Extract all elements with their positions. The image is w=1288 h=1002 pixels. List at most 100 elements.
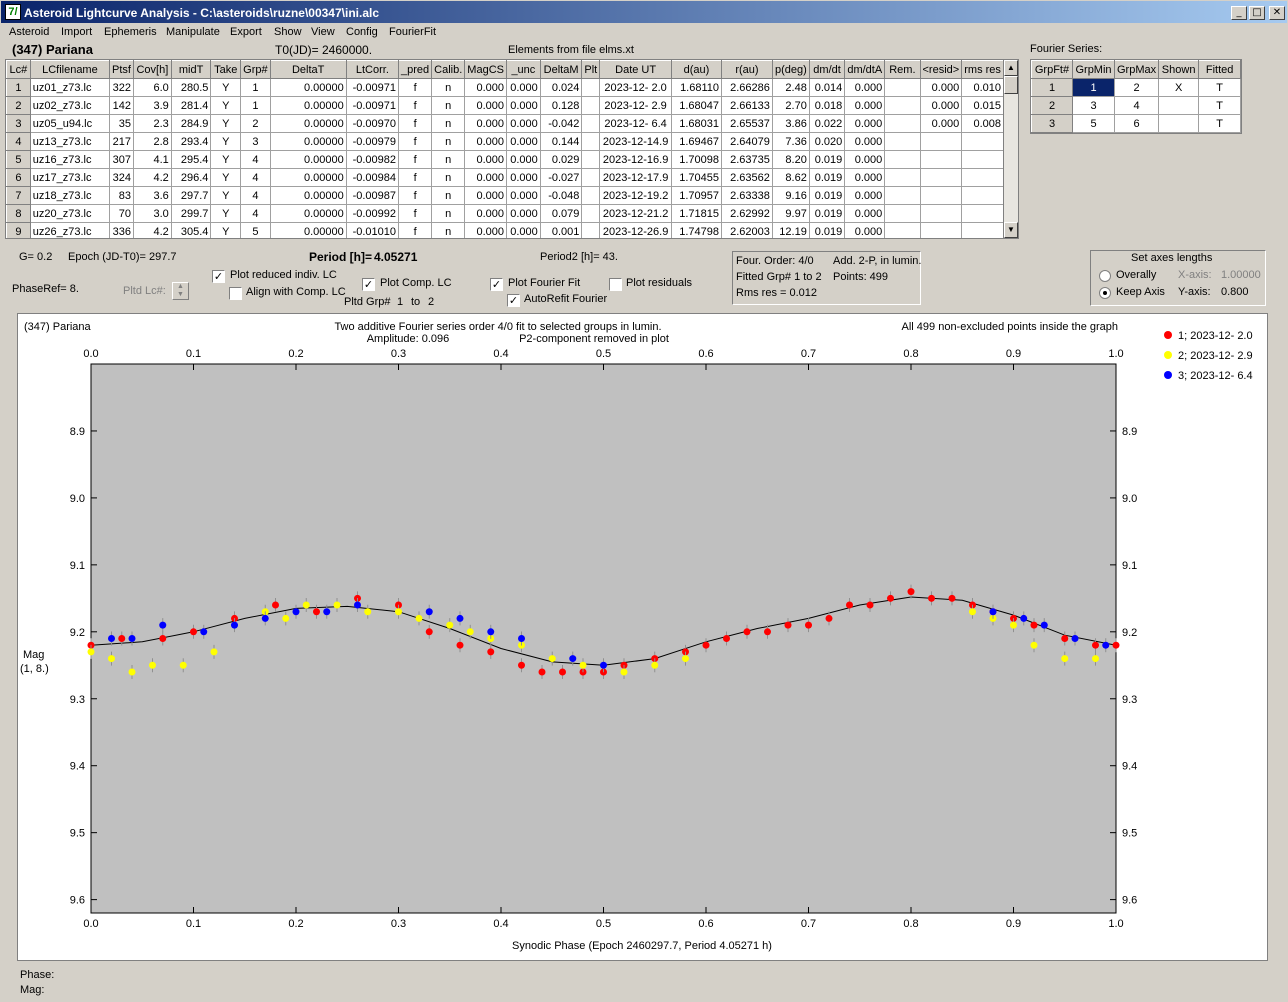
lc-cell[interactable]: 0.000 <box>505 222 541 238</box>
lc-cell[interactable]: 3.0 <box>132 204 172 223</box>
lc-cell[interactable]: 0.008 <box>961 114 1004 133</box>
lc-cell[interactable]: 0.00000 <box>269 186 347 205</box>
lightcurve-plot[interactable]: 0.0 0.0 0.1 0.1 0.2 0.2 0.3 0.3 0.4 0.4 0.5 0.5 0.6 0… <box>17 313 1268 961</box>
menu-asteroid[interactable]: Asteroid <box>9 26 49 38</box>
lc-cell[interactable]: 0.000 <box>505 150 541 169</box>
lc-cell[interactable]: 0.000 <box>844 132 886 151</box>
pltd-grp-to[interactable]: 2 <box>428 296 434 308</box>
lc-cell[interactable]: 0.000 <box>505 186 541 205</box>
lc-cell[interactable]: 2023-12-19.2 <box>599 186 672 205</box>
lc-table-row[interactable]: 1 uz01_z73.lc 322 6.0 280.5 Y 1 0.00000 -0.00971… <box>6 78 1004 97</box>
lc-row-header[interactable]: 3 <box>6 114 31 133</box>
lc-cell[interactable] <box>581 222 601 238</box>
lc-cell[interactable] <box>884 150 921 169</box>
lc-cell[interactable]: 2023-12-26.9 <box>599 222 672 238</box>
fourier-col-header[interactable]: Fitted <box>1198 60 1242 79</box>
lc-cell[interactable]: n <box>431 222 466 238</box>
lc-cell[interactable]: 4 <box>240 168 271 187</box>
lc-cell[interactable]: 0.000 <box>505 204 541 223</box>
lc-cell[interactable]: 0.00000 <box>269 78 347 97</box>
lc-cell[interactable]: 0.079 <box>539 204 583 223</box>
lc-cell[interactable]: 4 <box>240 204 271 223</box>
lc-cell[interactable]: -0.00982 <box>345 150 400 169</box>
lc-cell[interactable]: 305.4 <box>170 222 212 238</box>
lightcurve-chart-svg[interactable]: 0.0 0.0 0.1 0.1 0.2 0.2 0.3 0.3 0.4 0.4 0.5 0.5 0.6 0… <box>18 314 1267 960</box>
lc-cell[interactable]: 142 <box>109 96 134 115</box>
lc-cell[interactable]: 0.000 <box>505 96 541 115</box>
lc-col-header[interactable]: Rem. <box>884 60 921 79</box>
lc-cell[interactable]: 0.00000 <box>269 132 347 151</box>
lc-cell[interactable]: Y <box>210 186 242 205</box>
lc-cell[interactable]: 2.63338 <box>721 186 773 205</box>
lc-cell[interactable]: -0.00971 <box>345 78 400 97</box>
lc-col-header[interactable]: Ptsf <box>109 60 134 79</box>
lc-cell[interactable]: 1.70455 <box>670 168 723 187</box>
lc-cell[interactable]: 4 <box>240 150 271 169</box>
lc-cell[interactable]: n <box>431 114 466 133</box>
lc-cell[interactable]: 1.70098 <box>670 150 723 169</box>
lc-cell[interactable]: 2023-12-14.9 <box>599 132 672 151</box>
fourier-cell[interactable] <box>1158 114 1200 133</box>
fourier-table-row[interactable]: 356 T <box>1031 114 1242 133</box>
lc-cell[interactable]: 0.144 <box>539 132 583 151</box>
lc-cell[interactable]: 0.019 <box>808 222 846 238</box>
fourier-cell[interactable]: 5 <box>1072 114 1115 133</box>
lc-col-header[interactable]: rms res <box>961 60 1004 79</box>
lc-cell[interactable]: uz20_z73.lc <box>29 204 111 223</box>
lc-cell[interactable]: -0.00970 <box>345 114 400 133</box>
fourier-table-row[interactable]: 234 T <box>1031 96 1242 115</box>
lc-cell[interactable]: 2.48 <box>771 78 810 97</box>
lc-cell[interactable]: 70 <box>109 204 134 223</box>
lc-cell[interactable] <box>581 186 601 205</box>
fourier-cell[interactable]: 3 <box>1072 96 1115 115</box>
lc-cell[interactable]: 0.024 <box>539 78 583 97</box>
lc-cell[interactable]: 2.8 <box>132 132 172 151</box>
lc-cell[interactable]: 293.4 <box>170 132 212 151</box>
lc-cell[interactable] <box>884 222 921 238</box>
lc-cell[interactable] <box>919 204 963 223</box>
plot-fourier-checkbox[interactable]: ✓ <box>490 278 503 291</box>
lc-cell[interactable]: 0.00000 <box>269 96 347 115</box>
lc-cell[interactable]: uz17_z73.lc <box>29 168 111 187</box>
lc-cell[interactable]: 217 <box>109 132 134 151</box>
lc-cell[interactable]: 1.68110 <box>670 78 723 97</box>
close-button[interactable]: ✕ <box>1269 6 1285 20</box>
lc-cell[interactable]: 0.000 <box>844 168 886 187</box>
lc-cell[interactable]: 5 <box>240 222 271 238</box>
lc-cell[interactable]: 0.000 <box>844 204 886 223</box>
lc-cell[interactable]: 0.000 <box>464 168 507 187</box>
lc-cell[interactable]: 0.019 <box>808 168 846 187</box>
align-comp-checkbox[interactable] <box>229 287 242 300</box>
lc-col-header[interactable]: p(deg) <box>771 60 810 79</box>
lc-col-header[interactable]: Calib. <box>431 60 466 79</box>
plot-residuals-checkbox[interactable] <box>609 278 622 291</box>
lc-cell[interactable]: 2023-12- 2.9 <box>599 96 672 115</box>
plot-comp-checkbox[interactable]: ✓ <box>362 278 375 291</box>
lc-cell[interactable] <box>581 150 601 169</box>
lc-cell[interactable]: n <box>431 186 466 205</box>
lc-cell[interactable]: f <box>398 168 433 187</box>
lc-cell[interactable]: 0.000 <box>919 114 963 133</box>
lc-cell[interactable]: n <box>431 132 466 151</box>
lc-cell[interactable] <box>884 186 921 205</box>
lc-cell[interactable]: 4 <box>240 186 271 205</box>
lc-cell[interactable]: f <box>398 132 433 151</box>
lc-cell[interactable]: 0.128 <box>539 96 583 115</box>
lc-cell[interactable] <box>581 168 601 187</box>
lc-row-header[interactable]: 4 <box>6 132 31 151</box>
lc-cell[interactable]: 35 <box>109 114 134 133</box>
lc-cell[interactable]: 3.86 <box>771 114 810 133</box>
lc-cell[interactable] <box>961 204 1004 223</box>
fourier-cell[interactable]: T <box>1198 114 1242 133</box>
lc-cell[interactable]: uz26_z73.lc <box>29 222 111 238</box>
lc-cell[interactable]: 2023-12- 2.0 <box>599 78 672 97</box>
lc-cell[interactable]: 307 <box>109 150 134 169</box>
lc-cell[interactable]: 1 <box>240 96 271 115</box>
lc-cell[interactable]: 2023-12-16.9 <box>599 150 672 169</box>
lc-cell[interactable]: f <box>398 150 433 169</box>
fourier-cell[interactable] <box>1158 96 1200 115</box>
lc-cell[interactable]: f <box>398 204 433 223</box>
lc-cell[interactable]: 280.5 <box>170 78 212 97</box>
lc-col-header[interactable]: <resid> <box>919 60 963 79</box>
menu-show[interactable]: Show <box>274 26 302 38</box>
